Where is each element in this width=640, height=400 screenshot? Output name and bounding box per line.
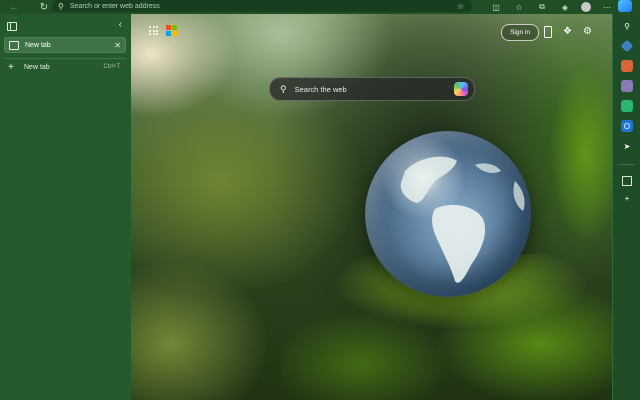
profile-avatar[interactable] [581, 2, 591, 12]
tab-label: New tab [25, 41, 51, 49]
top-toolbar: ← ↻ ⚲ Search or enter web address ☆ ◫ ☆ … [0, 0, 640, 14]
shopping-icon[interactable] [620, 39, 634, 53]
divider [619, 164, 635, 165]
address-bar[interactable]: ⚲ Search or enter web address ☆ [52, 0, 472, 12]
plus-icon: + [8, 61, 14, 73]
app-launcher-icon[interactable] [149, 26, 158, 35]
new-tab-label: New tab [24, 63, 50, 71]
tab-actions-icon[interactable] [7, 22, 17, 31]
reading-view-icon[interactable]: ◫ [489, 0, 503, 14]
vertical-tabs-panel: ‹ New tab ✕ + New tab Ctrl+T [0, 14, 132, 400]
new-tab-button[interactable]: + New tab Ctrl+T [4, 60, 126, 74]
search-icon: ⚲ [58, 1, 64, 11]
divider [4, 58, 126, 59]
new-tab-page: Sign in ❖ ⚙ ⚲ Search the web [131, 14, 612, 400]
favorites-icon[interactable]: ☆ [512, 0, 526, 14]
background-moss [531, 34, 612, 274]
toolbar-icons: ◫ ☆ ⧉ ◈ ⋯ [480, 0, 614, 14]
copilot-icon[interactable] [454, 82, 468, 96]
games-icon[interactable] [621, 80, 633, 92]
collapse-panel-icon[interactable]: ‹ [119, 19, 122, 30]
search-placeholder: Search the web [294, 84, 347, 94]
glass-globe-image [365, 131, 531, 297]
address-placeholder: Search or enter web address [69, 2, 160, 10]
search-icon[interactable]: ⚲ [621, 20, 633, 32]
microsoft-logo [166, 25, 177, 36]
page-header-left [149, 25, 177, 36]
search-icon: ⚲ [280, 83, 287, 94]
copilot-icon[interactable] [618, 0, 632, 12]
sign-in-button[interactable]: Sign in [501, 24, 539, 41]
collections-icon[interactable]: ⧉ [535, 0, 549, 14]
continents-graphic [400, 156, 525, 283]
browser-window: ← ↻ ⚲ Search or enter web address ☆ ◫ ☆ … [0, 0, 640, 400]
add-icon[interactable]: + [621, 192, 633, 204]
web-search-box[interactable]: ⚲ Search the web [269, 77, 475, 101]
phone-icon[interactable] [544, 26, 552, 38]
telegram-icon[interactable]: ➤ [621, 140, 633, 152]
microsoft365-icon[interactable] [621, 100, 633, 112]
tab-new-tab[interactable]: New tab ✕ [4, 37, 126, 53]
back-icon[interactable]: ← [6, 0, 22, 14]
edge-sidebar: ⚲ O ➤ + [612, 14, 640, 400]
tab-favicon-icon [9, 40, 19, 50]
refresh-icon[interactable]: ↻ [36, 0, 52, 14]
gear-icon[interactable]: ⚙ [583, 26, 592, 37]
rewards-icon[interactable]: ❖ [563, 26, 572, 37]
new-tab-shortcut: Ctrl+T [103, 64, 121, 70]
sidebar-customize-icon[interactable] [622, 176, 632, 186]
extensions-icon[interactable]: ◈ [558, 0, 572, 14]
tools-icon[interactable] [621, 60, 633, 72]
outlook-icon[interactable]: O [621, 120, 633, 132]
tabs-panel-header: ‹ [0, 14, 131, 38]
favorite-star-icon[interactable]: ☆ [457, 2, 464, 11]
close-tab-icon[interactable]: ✕ [114, 41, 121, 50]
more-icon[interactable]: ⋯ [600, 0, 614, 14]
